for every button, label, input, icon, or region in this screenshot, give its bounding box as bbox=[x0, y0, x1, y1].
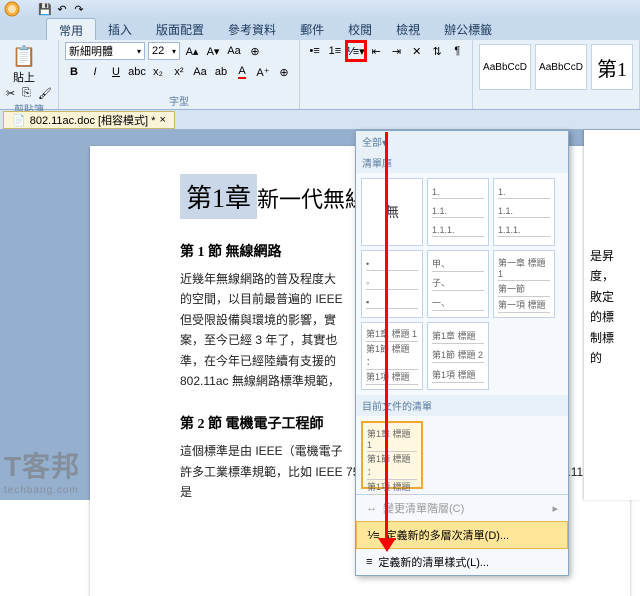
clear-format-button[interactable]: Aa bbox=[225, 42, 243, 60]
style-item-3[interactable]: 第1 bbox=[591, 44, 633, 90]
multilevel-list-button[interactable]: ⅟≡▾ bbox=[347, 42, 365, 60]
decrease-indent-button[interactable]: ⇤ bbox=[368, 42, 385, 60]
show-marks-button[interactable]: ¶ bbox=[449, 42, 466, 60]
undo-icon[interactable]: ↶ bbox=[55, 2, 69, 16]
superscript-button[interactable]: x² bbox=[170, 63, 188, 81]
highlight-button[interactable]: ab bbox=[212, 63, 230, 81]
font-name-combo[interactable]: 新細明體▾ bbox=[65, 42, 145, 60]
format-painter-icon[interactable]: 🖌 bbox=[38, 87, 52, 101]
underline-button[interactable]: U bbox=[107, 63, 125, 81]
subscript-button[interactable]: x₂ bbox=[149, 63, 167, 81]
group-clipboard: 📋 貼上 ✂ ⎘ 🖌 剪貼簿 bbox=[0, 40, 59, 109]
bullets-button[interactable]: •≡ bbox=[306, 42, 323, 60]
font-color-button[interactable]: A bbox=[233, 63, 251, 81]
style-icon: ≡ bbox=[366, 556, 372, 568]
paste-label: 貼上 bbox=[13, 69, 35, 85]
bold-button[interactable]: B bbox=[65, 63, 83, 81]
quick-access-toolbar: 💾 ↶ ↷ bbox=[34, 2, 86, 16]
list-preset-3[interactable]: 1.1.1.1.1.1. bbox=[493, 178, 555, 246]
list-preset-4[interactable]: •◦▪ bbox=[361, 250, 423, 318]
tab-home[interactable]: 常用 bbox=[46, 18, 96, 40]
watermark: T客邦 techbang.com bbox=[4, 445, 80, 496]
style-item-1[interactable]: AaBbCcD bbox=[479, 44, 531, 90]
close-tab-icon[interactable]: × bbox=[159, 114, 165, 126]
save-icon[interactable]: 💾 bbox=[38, 2, 52, 16]
document-area: 第1章新一代無線網 第 1 節 無線網路 近幾年無線網路的普及程度大 的空間，以… bbox=[0, 130, 640, 500]
office-button[interactable] bbox=[0, 0, 34, 18]
shrink-font-button[interactable]: A▾ bbox=[204, 42, 222, 60]
italic-button[interactable]: I bbox=[86, 63, 104, 81]
strike-button[interactable]: abc bbox=[128, 63, 146, 81]
char-scale-button[interactable]: A⁺ bbox=[254, 63, 272, 81]
indent-icon: ↔ bbox=[366, 502, 377, 514]
chevron-down-icon: ▾ bbox=[172, 47, 176, 56]
text-effects-button[interactable]: Aa bbox=[191, 63, 209, 81]
chevron-down-icon: ▾ bbox=[137, 47, 141, 56]
tab-view[interactable]: 檢視 bbox=[384, 18, 432, 40]
group-styles: AaBbCcD AaBbCcD 第1 bbox=[473, 40, 640, 109]
group-font: 新細明體▾ 22▾ A▴ A▾ Aa ⊕ B I U abc x₂ x² Aa … bbox=[59, 40, 300, 109]
ribbon: 📋 貼上 ✂ ⎘ 🖌 剪貼簿 新細明體▾ 22▾ A▴ A▾ Aa ⊕ B I bbox=[0, 40, 640, 110]
menu-define-new-style[interactable]: ≡定義新的清單樣式(L)... bbox=[356, 549, 568, 575]
chapter-number: 第1章 bbox=[180, 174, 257, 219]
document-filename: 802.11ac.doc [相容模式] * bbox=[30, 112, 156, 128]
tab-office[interactable]: 辦公標籤 bbox=[432, 18, 504, 40]
font-size-combo[interactable]: 22▾ bbox=[148, 42, 180, 60]
numbering-button[interactable]: 1≡ bbox=[326, 42, 343, 60]
list-preset-8[interactable]: 第1章 標題第1節 標題 2第1項 標題 bbox=[427, 322, 489, 390]
annotation-arrow-line bbox=[385, 132, 388, 544]
enclose-char-button[interactable]: ⊕ bbox=[275, 63, 293, 81]
style-item-2[interactable]: AaBbCcD bbox=[535, 44, 587, 90]
list-preset-6[interactable]: 第一章 標題 1第一節第一項 標題 bbox=[493, 250, 555, 318]
paste-button[interactable]: 📋 貼上 bbox=[6, 42, 42, 85]
redo-icon[interactable]: ↷ bbox=[72, 2, 86, 16]
line-spacing-button[interactable]: ⇅ bbox=[428, 42, 445, 60]
cut-icon[interactable]: ✂ bbox=[6, 87, 20, 101]
document-tab-bar: 📄 802.11ac.doc [相容模式] * × bbox=[0, 110, 640, 130]
increase-indent-button[interactable]: ⇥ bbox=[388, 42, 405, 60]
list-preset-5[interactable]: 甲、子、一、 bbox=[427, 250, 489, 318]
ribbon-tabs: 常用 插入 版面配置 參考資料 郵件 校閱 檢視 辦公標籤 bbox=[0, 18, 640, 40]
right-page-peek: 是昇 度， 敗定 的標 制標 的 bbox=[584, 130, 640, 500]
list-preset-2[interactable]: 1.1.1.1.1.1. bbox=[427, 178, 489, 246]
group-label-font: 字型 bbox=[65, 93, 293, 109]
list-preset-7[interactable]: 第1章 標題 1第1節 標題 ：第1項 標題 bbox=[361, 322, 423, 390]
word-icon: 📄 bbox=[12, 114, 26, 127]
tab-mailings[interactable]: 郵件 bbox=[288, 18, 336, 40]
title-bar: 💾 ↶ ↷ bbox=[0, 0, 640, 18]
grow-font-button[interactable]: A▴ bbox=[183, 42, 201, 60]
sort-button[interactable]: ✕ bbox=[408, 42, 425, 60]
phonetic-button[interactable]: ⊕ bbox=[246, 42, 264, 60]
tab-references[interactable]: 參考資料 bbox=[216, 18, 288, 40]
document-tab[interactable]: 📄 802.11ac.doc [相容模式] * × bbox=[3, 111, 175, 129]
list-preset-none[interactable]: 無 bbox=[361, 178, 423, 246]
tab-insert[interactable]: 插入 bbox=[96, 18, 144, 40]
tab-review[interactable]: 校閱 bbox=[336, 18, 384, 40]
paste-icon: 📋 bbox=[12, 44, 37, 69]
group-paragraph: •≡ 1≡ ⅟≡▾ ⇤ ⇥ ✕ ⇅ ¶ bbox=[300, 40, 473, 109]
tab-layout[interactable]: 版面配置 bbox=[144, 18, 216, 40]
copy-icon[interactable]: ⎘ bbox=[22, 87, 36, 101]
list-preset-current[interactable]: 第1章 標題 1第1節 標題 ：第1項 標題 bbox=[361, 421, 423, 489]
annotation-arrow-head bbox=[378, 538, 396, 552]
